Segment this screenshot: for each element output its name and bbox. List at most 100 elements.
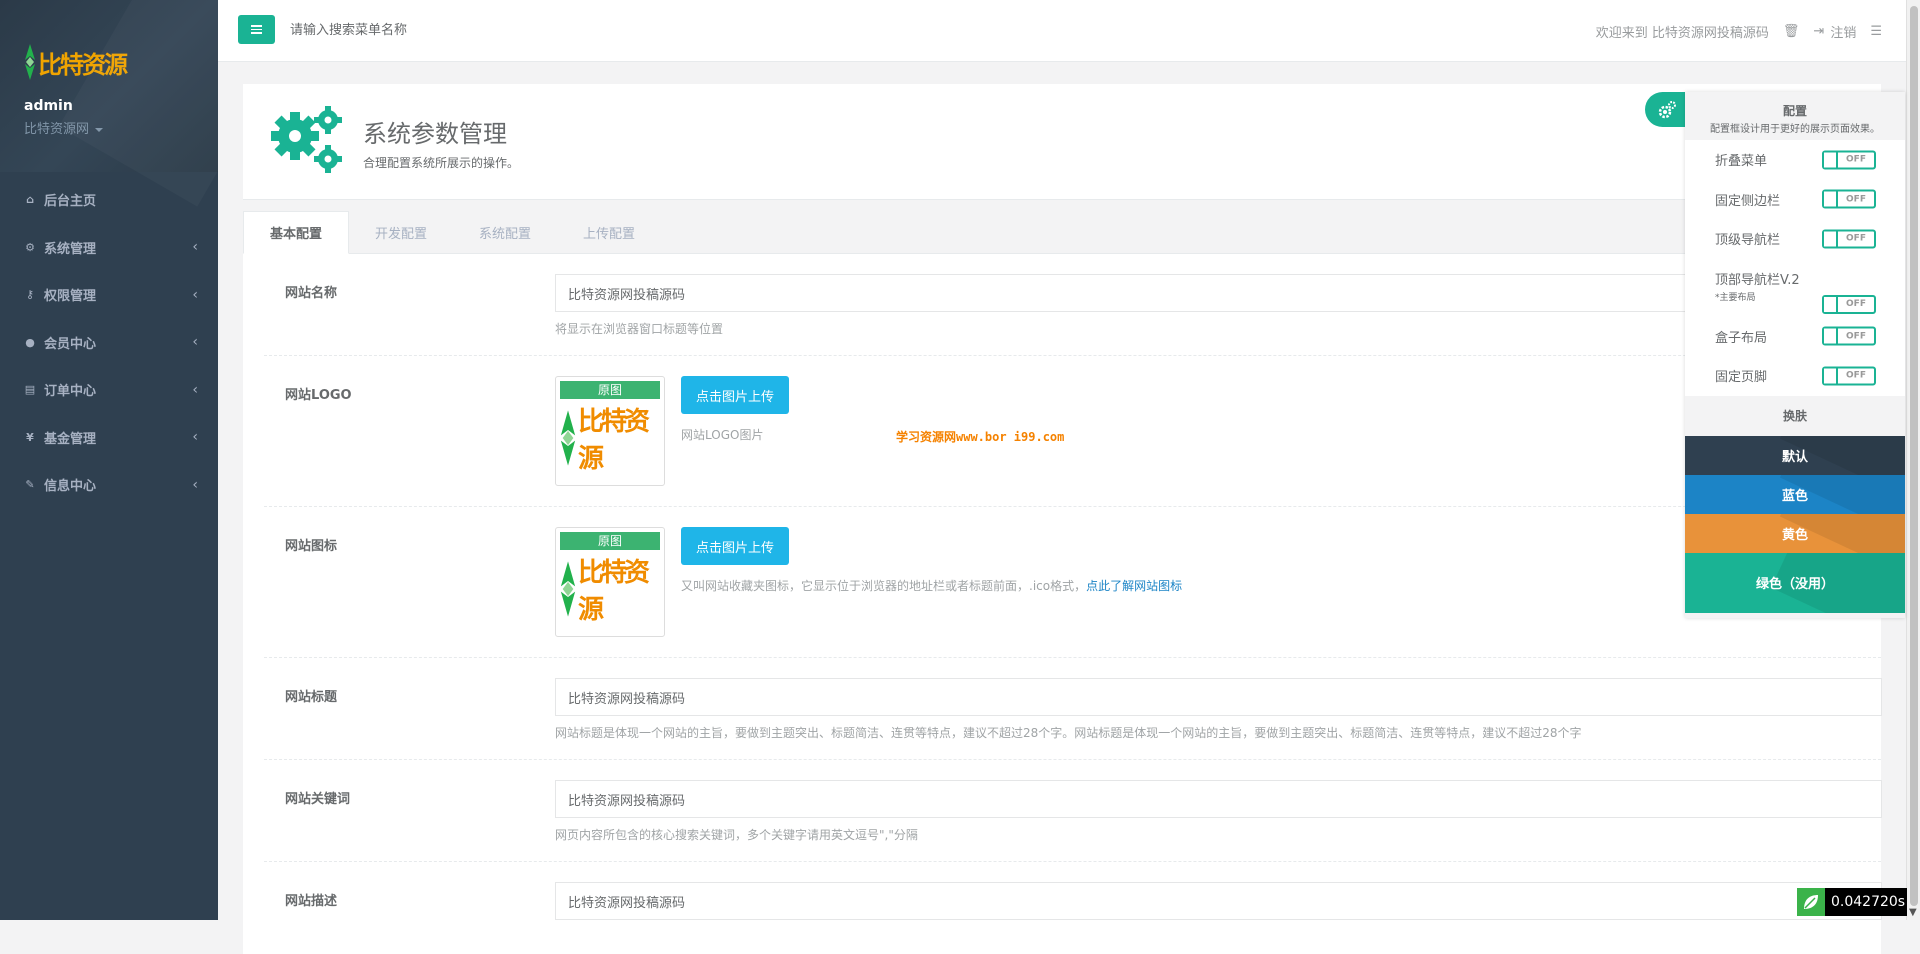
config-title: 配置 bbox=[1782, 104, 1807, 118]
field-label: 网站名称 bbox=[285, 286, 338, 301]
top-navbar-v2-switch[interactable]: OFF bbox=[1822, 294, 1876, 314]
timer-value: 0.042720s bbox=[1831, 894, 1906, 910]
page-title: 系统参数管理 bbox=[363, 120, 507, 148]
boxed-layout-switch[interactable]: OFF bbox=[1822, 326, 1876, 346]
sidebar-item-label: 系统管理 bbox=[44, 241, 97, 257]
sidebar-item-funds[interactable]: ¥ 基金管理 ‹ bbox=[0, 414, 218, 462]
original-tag: 原图 bbox=[560, 532, 660, 550]
gears-icon: ⚙ bbox=[25, 240, 35, 254]
config-desc: 配置框设计用于更好的展示页面效果。 bbox=[1710, 124, 1880, 135]
tab-basic[interactable]: 基本配置 bbox=[243, 211, 350, 254]
tab-system[interactable]: 系统配置 bbox=[453, 212, 557, 253]
skin-blue-option[interactable]: 蓝色 bbox=[1685, 474, 1905, 514]
icon-preview[interactable]: 原图 比特资源 bbox=[555, 527, 665, 637]
chevron-left-icon: ‹ bbox=[192, 334, 198, 351]
option-label: 盒子布局 bbox=[1715, 330, 1768, 346]
skin-default-option[interactable]: 默认 bbox=[1685, 435, 1905, 475]
sidebar-item-label: 信息中心 bbox=[44, 479, 97, 495]
chevron-left-icon: ‹ bbox=[192, 239, 198, 256]
switch-knob bbox=[1824, 368, 1838, 384]
switch-knob bbox=[1824, 296, 1838, 312]
trash-icon[interactable]: 🗑 bbox=[1783, 24, 1800, 39]
logo-image: 比特资源 bbox=[560, 399, 660, 477]
sidebar-item-label: 订单中心 bbox=[44, 384, 97, 400]
icon-image: 比特资源 bbox=[560, 550, 660, 628]
site-keywords-input[interactable] bbox=[555, 780, 1882, 818]
skin-label: 默认 bbox=[1781, 449, 1808, 465]
sidebar-item-home[interactable]: ⌂ 后台主页 bbox=[0, 176, 218, 224]
fixed-sidebar-switch[interactable]: OFF bbox=[1822, 189, 1876, 209]
config-options: 折叠菜单 OFF 固定侧边栏 OFF 顶级导航栏 OFF 顶部导航栏V.2 *主… bbox=[1685, 140, 1905, 396]
home-icon: ⌂ bbox=[26, 193, 34, 207]
hamburger-icon bbox=[251, 25, 262, 34]
skin-label: 黄色 bbox=[1781, 527, 1808, 543]
chevron-left-icon: ‹ bbox=[192, 429, 198, 446]
logo-text: 比特资源 bbox=[38, 49, 128, 79]
skin-label: 蓝色 bbox=[1781, 488, 1808, 504]
tab-upload[interactable]: 上传配置 bbox=[557, 212, 661, 253]
original-tag: 原图 bbox=[560, 381, 660, 399]
menu-toggle-button[interactable] bbox=[238, 15, 275, 44]
collapse-menu-switch[interactable]: OFF bbox=[1822, 150, 1876, 170]
site-title-input[interactable] bbox=[555, 678, 1882, 716]
user-site-label: 比特资源网 bbox=[24, 122, 90, 137]
gears-icon bbox=[1658, 100, 1676, 118]
config-option-fixed-sidebar: 固定侧边栏 OFF bbox=[1685, 180, 1905, 220]
site-name-input[interactable] bbox=[555, 274, 1882, 312]
scroll-down-arrow-icon[interactable]: ▼ bbox=[1909, 907, 1917, 918]
config-option-top-navbar: 顶级导航栏 OFF bbox=[1685, 219, 1905, 259]
option-label: 固定侧边栏 bbox=[1715, 193, 1781, 209]
key-icon: ⚷ bbox=[25, 288, 35, 302]
page-scrollbar[interactable]: ▼ bbox=[1906, 0, 1920, 920]
field-help: 网站标题是体现一个网站的主旨，要做到主题突出、标题简洁、连贯等特点，建议不超过2… bbox=[555, 726, 1582, 740]
skin-title: 换肤 bbox=[1685, 395, 1905, 436]
sidebar-item-info[interactable]: ✎ 信息中心 ‹ bbox=[0, 461, 218, 509]
option-label: 顶级导航栏 bbox=[1715, 233, 1781, 249]
fixed-footer-switch[interactable]: OFF bbox=[1822, 366, 1876, 386]
sign-out-icon: ⇥ bbox=[1813, 23, 1825, 39]
field-help: 又叫网站收藏夹图标，它显示位于浏览器的地址栏或者标题前面，.ico格式，点此了解… bbox=[681, 577, 1182, 594]
form-row-site-desc: 网站描述 bbox=[264, 862, 1882, 952]
sidebar-item-system[interactable]: ⚙ 系统管理 ‹ bbox=[0, 224, 218, 272]
menu-search-input[interactable] bbox=[290, 18, 650, 42]
field-label: 网站LOGO bbox=[285, 388, 352, 403]
config-option-boxed-layout: 盒子布局 OFF bbox=[1685, 317, 1905, 357]
sidebar-item-members[interactable]: ● 会员中心 ‹ bbox=[0, 319, 218, 367]
upload-icon-button[interactable]: 点击图片上传 bbox=[681, 527, 789, 565]
switch-state: OFF bbox=[1846, 370, 1866, 381]
site-desc-input[interactable] bbox=[555, 882, 1882, 920]
site-logo[interactable]: 比特资源 bbox=[24, 40, 218, 84]
sidebar: 比特资源 admin 比特资源网 ⌂ 后台主页 ⚙ 系统管理 ‹ ⚷ 权限管理 … bbox=[0, 0, 218, 920]
skin-yellow-option[interactable]: 黄色 bbox=[1685, 513, 1905, 553]
user-name: admin bbox=[24, 98, 73, 114]
field-help: 网站LOGO图片 bbox=[681, 428, 764, 442]
logo-preview[interactable]: 原图 比特资源 bbox=[555, 376, 665, 486]
config-header: 配置 配置框设计用于更好的展示页面效果。 bbox=[1685, 92, 1905, 140]
form-row-site-logo: 网站LOGO 原图 比特资源 点击图片上传 网站LOGO图片 学习资源网www.… bbox=[264, 356, 1881, 507]
field-help: 将显示在浏览器窗口标题等位置 bbox=[555, 322, 724, 336]
switch-state: OFF bbox=[1846, 194, 1866, 205]
top-navbar-switch[interactable]: OFF bbox=[1822, 229, 1876, 249]
logout-button[interactable]: ⇥ 注销 bbox=[1813, 22, 1856, 41]
scrollbar-thumb[interactable] bbox=[1910, 6, 1918, 906]
sidebar-profile: 比特资源 admin 比特资源网 bbox=[0, 0, 218, 172]
sidebar-item-orders[interactable]: ▤ 订单中心 ‹ bbox=[0, 366, 218, 414]
field-label: 网站关键词 bbox=[285, 792, 351, 807]
switch-state: OFF bbox=[1846, 299, 1866, 309]
switch-state: OFF bbox=[1846, 154, 1866, 165]
tab-dev[interactable]: 开发配置 bbox=[349, 212, 453, 253]
skin-green-option[interactable]: 绿色（没用） bbox=[1685, 552, 1905, 613]
config-option-fixed-footer: 固定页脚 OFF bbox=[1685, 356, 1905, 396]
option-label: 固定页脚 bbox=[1715, 370, 1768, 386]
logo-text: 比特资源 bbox=[578, 407, 650, 474]
user-icon: ● bbox=[25, 335, 35, 349]
form-row-site-keywords: 网站关键词 网页内容所包含的核心搜索关键词，多个关键字请用英文逗号","分隔 bbox=[264, 760, 1882, 862]
sidebar-item-permissions[interactable]: ⚷ 权限管理 ‹ bbox=[0, 271, 218, 319]
gem-logo-icon bbox=[560, 410, 576, 466]
learn-icon-link[interactable]: 点此了解网站图标 bbox=[1086, 579, 1182, 593]
user-site-dropdown[interactable]: 比特资源网 bbox=[24, 118, 218, 137]
list-icon: ▤ bbox=[24, 383, 36, 397]
theme-config-panel: 配置 配置框设计用于更好的展示页面效果。 折叠菜单 OFF 固定侧边栏 OFF … bbox=[1685, 92, 1905, 618]
tasks-icon[interactable]: ☰ bbox=[1870, 24, 1882, 39]
upload-logo-button[interactable]: 点击图片上传 bbox=[681, 376, 789, 414]
